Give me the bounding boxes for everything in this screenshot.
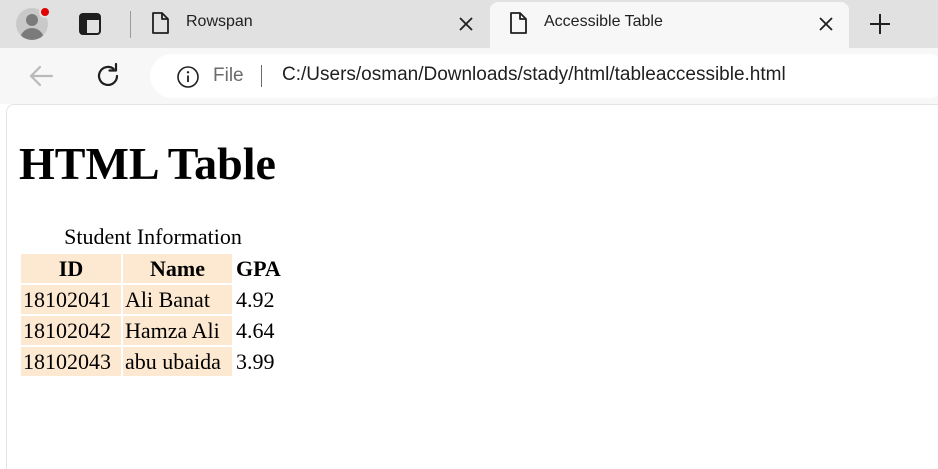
cell-gpa: 3.99 [236,349,275,374]
document-icon [150,12,170,34]
cell-id: 18102042 [21,316,121,345]
tab-title: Rowspan [186,13,253,30]
table-row: 18102043 abu ubaida 3.99 [21,347,283,376]
address-bar[interactable]: File C:/Users/osman/Downloads/stady/html… [150,54,938,98]
document-icon [508,12,528,34]
plus-icon[interactable] [868,12,892,36]
cell-name: Hamza Ali [123,316,232,345]
close-icon[interactable] [456,14,476,34]
table-row: 18102042 Hamza Ali 4.64 [21,316,283,345]
cell-name: Ali Banat [123,285,232,314]
tab-separator [130,11,131,38]
cell-name: abu ubaida [123,347,232,376]
cell-id: 18102041 [21,285,121,314]
header-gpa: GPA [236,256,281,281]
tab-strip: Rowspan Accessible Table [0,0,938,48]
arrow-left-icon[interactable] [26,62,56,90]
url-text[interactable]: C:/Users/osman/Downloads/stady/html/tabl… [282,64,786,86]
cell-gpa: 4.92 [236,287,275,312]
reload-icon[interactable] [94,62,122,90]
scheme-label: File [213,65,244,86]
profile-avatar-icon[interactable] [14,6,51,42]
header-id: ID [21,254,121,283]
table-row: 18102041 Ali Banat 4.92 [21,285,283,314]
cell-id: 18102043 [21,347,121,376]
tab-accessible-table[interactable]: Accessible Table [490,2,849,48]
tab-actions-icon[interactable] [74,10,106,38]
page-content: HTML Table Student Information ID Name G… [6,104,938,469]
student-table: ID Name GPA 18102041 Ali Banat 4.92 1810… [19,252,285,378]
table-caption: Student Information [64,224,242,249]
notification-dot [39,6,51,18]
tab-rowspan[interactable]: Rowspan [136,0,488,48]
info-icon[interactable] [176,65,200,89]
page-title: HTML Table [19,138,276,189]
toolbar: File C:/Users/osman/Downloads/stady/html… [0,48,938,104]
tab-title: Accessible Table [544,13,663,30]
close-icon[interactable] [816,14,836,34]
address-separator [261,65,262,87]
cell-gpa: 4.64 [236,318,275,343]
header-name: Name [123,254,232,283]
table-header-row: ID Name GPA [21,254,283,283]
